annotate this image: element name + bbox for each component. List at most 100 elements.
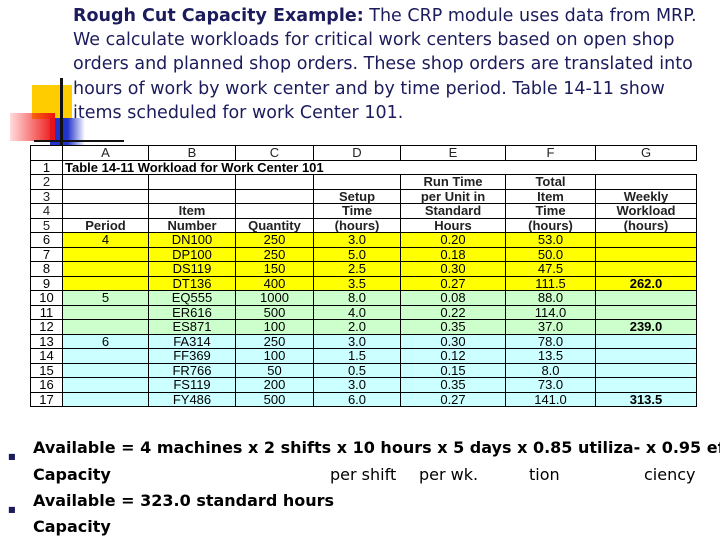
cell-run[interactable]: 0.27 bbox=[400, 275, 506, 291]
cell-period[interactable] bbox=[62, 304, 149, 320]
row-number[interactable]: 5 bbox=[30, 217, 63, 233]
cell-run[interactable]: 0.27 bbox=[400, 391, 506, 407]
cell-weekly[interactable] bbox=[595, 333, 697, 349]
cell-period[interactable]: 5 bbox=[62, 290, 149, 306]
row-number[interactable]: 4 bbox=[30, 203, 63, 219]
row-number[interactable]: 9 bbox=[30, 275, 63, 291]
cell-period[interactable]: 4 bbox=[62, 232, 149, 248]
cell-period[interactable] bbox=[62, 362, 149, 378]
cell-item[interactable]: FF369 bbox=[148, 348, 236, 364]
column-header[interactable]: A bbox=[62, 145, 149, 161]
cell-run[interactable]: 0.30 bbox=[400, 261, 506, 277]
cell-item[interactable]: DT136 bbox=[148, 275, 236, 291]
row-number[interactable]: 13 bbox=[30, 333, 63, 349]
row-number[interactable]: 10 bbox=[30, 290, 63, 306]
cell-qty[interactable]: 250 bbox=[235, 246, 314, 262]
cell-total[interactable]: 78.0 bbox=[505, 333, 596, 349]
cell-weekly[interactable] bbox=[595, 304, 697, 320]
cell-qty[interactable]: 1000 bbox=[235, 290, 314, 306]
cell-item[interactable]: ER616 bbox=[148, 304, 236, 320]
row-number[interactable]: 11 bbox=[30, 304, 63, 320]
cell-weekly[interactable] bbox=[595, 348, 697, 364]
row-number[interactable]: 17 bbox=[30, 391, 63, 407]
cell-period[interactable]: 6 bbox=[62, 333, 149, 349]
cell-run[interactable]: 0.22 bbox=[400, 304, 506, 320]
cell-weekly[interactable]: 239.0 bbox=[595, 319, 697, 335]
cell-period[interactable] bbox=[62, 391, 149, 407]
cell-setup[interactable]: 3.0 bbox=[313, 377, 401, 393]
cell-qty[interactable]: 100 bbox=[235, 319, 314, 335]
cell-setup[interactable]: 6.0 bbox=[313, 391, 401, 407]
cell-qty[interactable]: 400 bbox=[235, 275, 314, 291]
cell-weekly[interactable]: 262.0 bbox=[595, 275, 697, 291]
cell-setup[interactable]: 2.0 bbox=[313, 319, 401, 335]
cell-period[interactable] bbox=[62, 275, 149, 291]
cell-total[interactable]: 88.0 bbox=[505, 290, 596, 306]
cell-setup[interactable]: 3.0 bbox=[313, 333, 401, 349]
cell-total[interactable]: 53.0 bbox=[505, 232, 596, 248]
cell-total[interactable]: 8.0 bbox=[505, 362, 596, 378]
cell-item[interactable]: FS119 bbox=[148, 377, 236, 393]
cell-period[interactable] bbox=[62, 261, 149, 277]
cell-weekly[interactable] bbox=[595, 246, 697, 262]
cell-weekly[interactable] bbox=[595, 362, 697, 378]
row-number[interactable]: 2 bbox=[30, 174, 63, 190]
column-header[interactable]: D bbox=[313, 145, 401, 161]
column-header[interactable]: G bbox=[595, 145, 697, 161]
cell-setup[interactable]: 0.5 bbox=[313, 362, 401, 378]
cell-total[interactable]: 50.0 bbox=[505, 246, 596, 262]
cell-run[interactable]: 0.15 bbox=[400, 362, 506, 378]
row-number[interactable]: 1 bbox=[30, 159, 63, 175]
column-header[interactable]: E bbox=[400, 145, 506, 161]
row-number[interactable]: 3 bbox=[30, 188, 63, 204]
cell-item[interactable]: FY486 bbox=[148, 391, 236, 407]
cell-run[interactable]: 0.18 bbox=[400, 246, 506, 262]
column-header[interactable]: B bbox=[148, 145, 236, 161]
cell-period[interactable] bbox=[62, 348, 149, 364]
cell-run[interactable]: 0.12 bbox=[400, 348, 506, 364]
row-number[interactable]: 12 bbox=[30, 319, 63, 335]
cell-item[interactable]: ES871 bbox=[148, 319, 236, 335]
row-number[interactable]: 6 bbox=[30, 232, 63, 248]
cell-run[interactable]: 0.20 bbox=[400, 232, 506, 248]
cell-setup[interactable]: 2.5 bbox=[313, 261, 401, 277]
cell-total[interactable]: 114.0 bbox=[505, 304, 596, 320]
row-number[interactable]: 14 bbox=[30, 348, 63, 364]
cell-qty[interactable]: 250 bbox=[235, 232, 314, 248]
cell-setup[interactable]: 3.5 bbox=[313, 275, 401, 291]
cell-period[interactable] bbox=[62, 246, 149, 262]
cell-total[interactable]: 47.5 bbox=[505, 261, 596, 277]
cell-period[interactable] bbox=[62, 319, 149, 335]
cell-setup[interactable]: 1.5 bbox=[313, 348, 401, 364]
cell-qty[interactable]: 500 bbox=[235, 391, 314, 407]
cell-total[interactable]: 37.0 bbox=[505, 319, 596, 335]
cell-total[interactable]: 111.5 bbox=[505, 275, 596, 291]
cell-qty[interactable]: 50 bbox=[235, 362, 314, 378]
cell-weekly[interactable]: 313.5 bbox=[595, 391, 697, 407]
cell-run[interactable]: 0.30 bbox=[400, 333, 506, 349]
row-number[interactable]: 15 bbox=[30, 362, 63, 378]
cell-qty[interactable]: 500 bbox=[235, 304, 314, 320]
row-number[interactable]: 16 bbox=[30, 377, 63, 393]
cell-run[interactable]: 0.35 bbox=[400, 319, 506, 335]
cell-run[interactable]: 0.35 bbox=[400, 377, 506, 393]
cell-qty[interactable]: 100 bbox=[235, 348, 314, 364]
cell-weekly[interactable] bbox=[595, 377, 697, 393]
cell-total[interactable]: 13.5 bbox=[505, 348, 596, 364]
cell-setup[interactable]: 4.0 bbox=[313, 304, 401, 320]
cell-weekly[interactable] bbox=[595, 261, 697, 277]
column-header[interactable]: C bbox=[235, 145, 314, 161]
cell-run[interactable]: 0.08 bbox=[400, 290, 506, 306]
corner-cell[interactable] bbox=[30, 145, 63, 161]
cell-period[interactable] bbox=[62, 377, 149, 393]
cell-weekly[interactable] bbox=[595, 290, 697, 306]
cell-qty[interactable]: 200 bbox=[235, 377, 314, 393]
cell-item[interactable]: FR766 bbox=[148, 362, 236, 378]
cell-qty[interactable]: 150 bbox=[235, 261, 314, 277]
cell-setup[interactable]: 8.0 bbox=[313, 290, 401, 306]
row-number[interactable]: 7 bbox=[30, 246, 63, 262]
cell-item[interactable]: DP100 bbox=[148, 246, 236, 262]
cell-setup[interactable]: 5.0 bbox=[313, 246, 401, 262]
row-number[interactable]: 8 bbox=[30, 261, 63, 277]
cell-item[interactable]: FA314 bbox=[148, 333, 236, 349]
